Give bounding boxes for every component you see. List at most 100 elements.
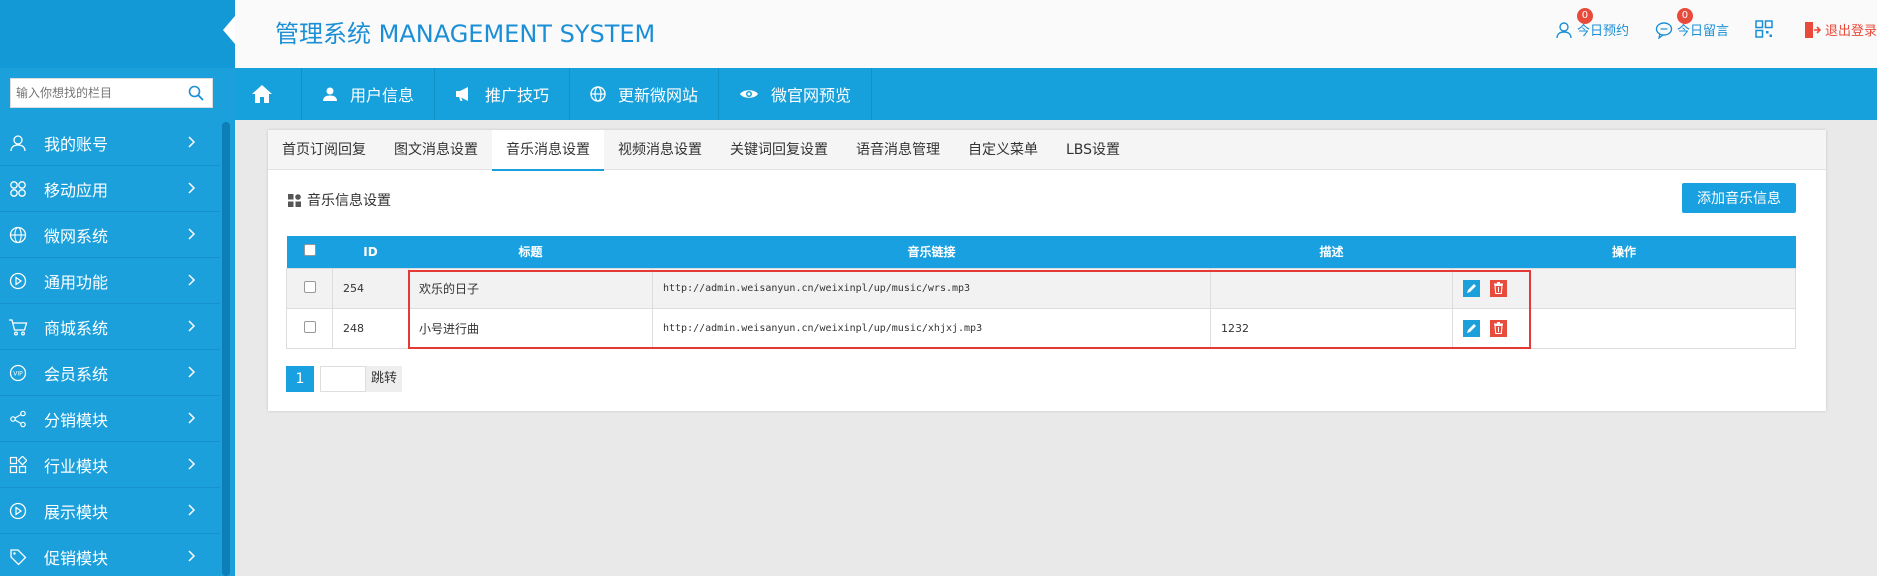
logout-icon bbox=[1804, 21, 1821, 38]
row-id: 248 bbox=[332, 307, 409, 349]
edit-icon[interactable] bbox=[1463, 279, 1480, 297]
share-icon bbox=[8, 409, 28, 429]
page-1-button[interactable]: 1 bbox=[286, 366, 314, 392]
sidebar-item-mall[interactable]: 商城系统 bbox=[0, 304, 220, 350]
nav-label: 推广技巧 bbox=[485, 86, 550, 105]
music-table: ID 标题 音乐链接 描述 操作 254 欢乐的日子 http://admin.… bbox=[286, 236, 1796, 349]
qr-code-link[interactable] bbox=[1755, 20, 1777, 38]
row-actions bbox=[1452, 267, 1796, 309]
edit-icon[interactable] bbox=[1463, 319, 1480, 337]
sidebar-item-label: 我的账号 bbox=[44, 134, 109, 154]
chevron-right-icon bbox=[188, 412, 196, 424]
search-icon[interactable] bbox=[188, 85, 204, 101]
nav-home[interactable] bbox=[235, 68, 302, 120]
sidebar-item-label: 会员系统 bbox=[44, 364, 109, 384]
header-actions: 0 今日预约 0 今日留言 退出登录 bbox=[1529, 8, 1877, 39]
main-panel: 首页订阅回复 图文消息设置 音乐消息设置 视频消息设置 关键词回复设置 语音消息… bbox=[268, 130, 1826, 411]
chevron-right-icon bbox=[188, 136, 196, 148]
row-checkbox[interactable] bbox=[303, 280, 316, 293]
chevron-right-icon bbox=[188, 182, 196, 194]
user-icon bbox=[323, 87, 337, 101]
trash-icon[interactable] bbox=[1490, 279, 1507, 297]
message-badge: 0 bbox=[1676, 8, 1693, 24]
chevron-right-icon bbox=[188, 504, 196, 516]
row-checkbox[interactable] bbox=[303, 320, 316, 333]
sidebar-item-promotion[interactable]: 促销模块 bbox=[0, 534, 220, 576]
col-title: 标题 bbox=[408, 236, 653, 268]
tab-news-message[interactable]: 图文消息设置 bbox=[380, 130, 492, 170]
sidebar-item-label: 微网系统 bbox=[44, 226, 109, 246]
table-header-row: ID 标题 音乐链接 描述 操作 bbox=[286, 236, 1796, 268]
nav-label: 用户信息 bbox=[350, 86, 415, 105]
col-description: 描述 bbox=[1210, 236, 1453, 268]
today-appointment-link[interactable]: 0 今日预约 bbox=[1555, 8, 1629, 39]
row-id: 254 bbox=[332, 267, 409, 309]
select-all-header bbox=[286, 236, 333, 268]
page-jump-button[interactable]: 跳转 bbox=[366, 366, 403, 392]
sidebar-notch bbox=[223, 16, 235, 44]
sidebar-scrollbar[interactable] bbox=[222, 122, 230, 576]
nav-site-preview[interactable]: 微官网预览 bbox=[719, 68, 873, 120]
header: 管理系统 MANAGEMENT SYSTEM 0 今日预约 0 今日留言 退出登… bbox=[235, 0, 1877, 68]
tab-video-message[interactable]: 视频消息设置 bbox=[604, 130, 716, 170]
today-message-link[interactable]: 0 今日留言 bbox=[1655, 8, 1729, 39]
col-id: ID bbox=[332, 236, 409, 268]
qr-code-icon bbox=[1755, 20, 1773, 38]
nav-user-info[interactable]: 用户信息 bbox=[302, 68, 436, 120]
sidebar-item-general[interactable]: 通用功能 bbox=[0, 258, 220, 304]
nav-label: 更新微网站 bbox=[618, 86, 699, 105]
settings-tabs: 首页订阅回复 图文消息设置 音乐消息设置 视频消息设置 关键词回复设置 语音消息… bbox=[268, 130, 1826, 171]
col-actions: 操作 bbox=[1452, 236, 1796, 268]
sidebar-item-distribution[interactable]: 分销模块 bbox=[0, 396, 220, 442]
sidebar-item-micro-site[interactable]: 微网系统 bbox=[0, 212, 220, 258]
sidebar-item-mobile-apps[interactable]: 移动应用 bbox=[0, 166, 220, 212]
tab-home-subscribe-reply[interactable]: 首页订阅回复 bbox=[268, 130, 380, 170]
sidebar-item-member[interactable]: VIP 会员系统 bbox=[0, 350, 220, 396]
sidebar: 我的账号 移动应用 微网系统 通用功能 商城系统 VIP 会员系统 bbox=[0, 0, 235, 576]
search-input[interactable] bbox=[11, 79, 181, 107]
trash-icon[interactable] bbox=[1490, 319, 1507, 337]
nav-promotion-tips[interactable]: 推广技巧 bbox=[435, 68, 571, 120]
globe-icon bbox=[590, 86, 606, 102]
nav-update-site[interactable]: 更新微网站 bbox=[570, 68, 720, 120]
sidebar-item-label: 展示模块 bbox=[44, 502, 109, 522]
logout-label: 退出登录 bbox=[1824, 24, 1877, 39]
user-icon bbox=[8, 133, 28, 153]
section-heading: 音乐信息设置 bbox=[288, 190, 391, 210]
sidebar-top bbox=[0, 0, 235, 68]
sidebar-item-label: 通用功能 bbox=[44, 272, 109, 292]
tab-keyword-reply[interactable]: 关键词回复设置 bbox=[716, 130, 842, 170]
sidebar-item-label: 分销模块 bbox=[44, 410, 109, 430]
sidebar-search bbox=[10, 78, 213, 108]
row-url: http://admin.weisanyun.cn/weixinpl/up/mu… bbox=[652, 307, 1211, 349]
page-jump-input[interactable] bbox=[320, 366, 366, 392]
play-icon bbox=[8, 501, 28, 521]
play-icon bbox=[8, 271, 28, 291]
sidebar-item-label: 促销模块 bbox=[44, 548, 109, 568]
add-music-button[interactable]: 添加音乐信息 bbox=[1682, 183, 1796, 213]
row-title: 小号进行曲 bbox=[408, 307, 653, 349]
nav-label: 微官网预览 bbox=[771, 86, 852, 105]
tab-custom-menu[interactable]: 自定义菜单 bbox=[954, 130, 1052, 170]
sidebar-item-label: 行业模块 bbox=[44, 456, 109, 476]
row-select-cell bbox=[286, 307, 333, 349]
tab-music-message[interactable]: 音乐消息设置 bbox=[492, 130, 604, 171]
grid-icon bbox=[8, 455, 28, 475]
sidebar-item-label: 商城系统 bbox=[44, 318, 109, 338]
appointment-badge: 0 bbox=[1576, 8, 1593, 24]
sidebar-item-industry[interactable]: 行业模块 bbox=[0, 442, 220, 488]
sidebar-item-display[interactable]: 展示模块 bbox=[0, 488, 220, 534]
chevron-right-icon bbox=[188, 320, 196, 332]
megaphone-icon bbox=[456, 87, 469, 101]
chevron-right-icon bbox=[188, 458, 196, 470]
row-actions bbox=[1452, 307, 1796, 349]
tab-lbs-settings[interactable]: LBS设置 bbox=[1052, 130, 1134, 170]
logout-link[interactable]: 退出登录 bbox=[1803, 20, 1877, 39]
tab-voice-message[interactable]: 语音消息管理 bbox=[842, 130, 954, 170]
table-row: 254 欢乐的日子 http://admin.weisanyun.cn/weix… bbox=[286, 267, 1796, 309]
sidebar-item-account[interactable]: 我的账号 bbox=[0, 120, 220, 166]
select-all-checkbox[interactable] bbox=[303, 244, 316, 257]
apps-icon bbox=[8, 179, 28, 199]
eye-icon bbox=[740, 90, 759, 98]
row-title: 欢乐的日子 bbox=[408, 267, 653, 309]
